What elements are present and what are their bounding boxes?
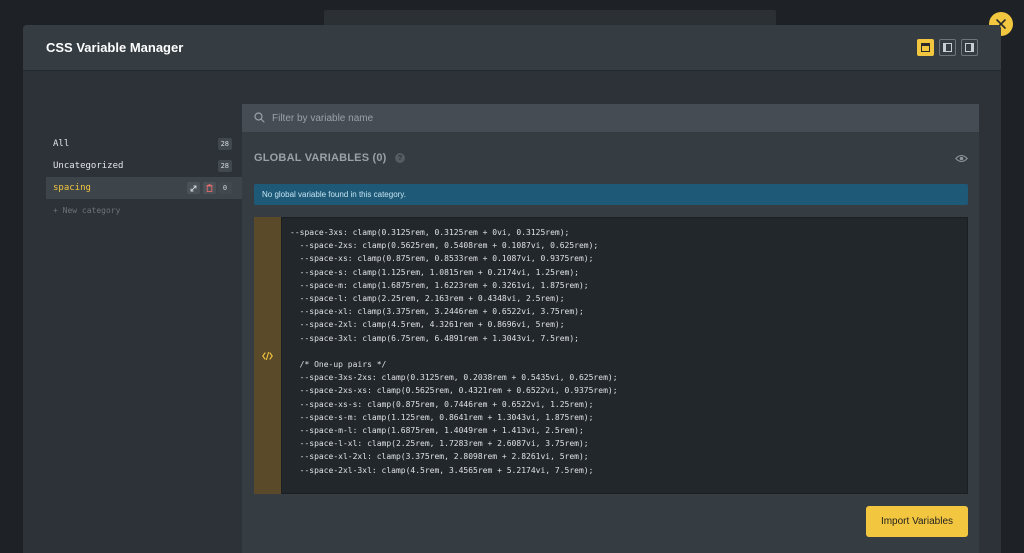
view-mode-full-button[interactable] <box>917 39 934 56</box>
panel-left-icon <box>943 43 952 52</box>
import-variables-button[interactable]: Import Variables <box>866 506 968 537</box>
eye-icon[interactable] <box>955 154 968 163</box>
modal-title: CSS Variable Manager <box>46 40 184 55</box>
category-count: 28 <box>217 138 232 150</box>
category-spacing[interactable]: spacing 0 <box>46 177 242 199</box>
empty-notice: No global variable found in this categor… <box>254 184 968 205</box>
view-mode-right-button[interactable] <box>961 39 978 56</box>
code-gutter <box>254 217 281 494</box>
category-label: All <box>53 139 70 149</box>
category-count: 28 <box>217 160 232 172</box>
expand-icon <box>190 185 197 191</box>
section-title: GLOBAL VARIABLES (0) <box>254 152 387 164</box>
edit-category-button[interactable] <box>187 182 200 194</box>
new-category-link[interactable]: + New category <box>46 199 242 221</box>
background-page-bar <box>324 10 776 26</box>
category-sidebar: All 28 Uncategorized 28 spacing 0 + New … <box>46 133 242 221</box>
category-uncategorized[interactable]: Uncategorized 28 <box>46 155 242 177</box>
panel-right-icon <box>965 43 974 52</box>
delete-category-button[interactable] <box>203 182 216 194</box>
view-mode-left-button[interactable] <box>939 39 956 56</box>
code-icon <box>262 351 273 360</box>
modal-header: CSS Variable Manager <box>23 25 1001 71</box>
css-variable-manager-modal: CSS Variable Manager All 28 Uncategorize… <box>23 25 1001 553</box>
category-count: 0 <box>218 182 232 194</box>
category-all[interactable]: All 28 <box>46 133 242 155</box>
panel-full-icon <box>921 43 930 52</box>
code-editor: --space-3xs: clamp(0.3125rem, 0.3125rem … <box>254 217 968 494</box>
variables-textarea[interactable]: --space-3xs: clamp(0.3125rem, 0.3125rem … <box>281 217 968 494</box>
info-icon[interactable]: ? <box>395 153 405 163</box>
variables-panel: GLOBAL VARIABLES (0) ? No global variabl… <box>242 104 979 553</box>
filter-bar <box>242 104 979 132</box>
category-label: Uncategorized <box>53 161 124 171</box>
category-label: spacing <box>53 183 91 193</box>
search-icon <box>254 112 265 123</box>
filter-input[interactable] <box>272 112 872 124</box>
trash-icon <box>206 184 213 192</box>
